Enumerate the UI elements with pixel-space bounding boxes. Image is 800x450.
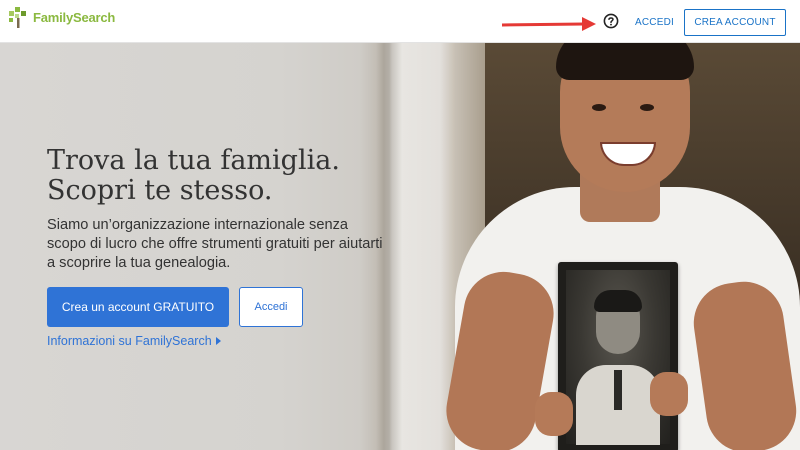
hero-photo-eye <box>640 104 654 111</box>
create-free-account-button[interactable]: Crea un account GRATUITO <box>47 287 229 327</box>
create-account-button[interactable]: CREA ACCOUNT <box>684 9 786 36</box>
signin-link[interactable]: ACCEDI <box>635 17 674 28</box>
hero-photo-hair <box>556 42 694 80</box>
signin-button[interactable]: Accedi <box>239 287 303 327</box>
about-familysearch-link[interactable]: Informazioni su FamilySearch <box>47 334 221 348</box>
vintage-portrait-image <box>566 270 670 445</box>
caret-right-icon <box>215 337 221 345</box>
familysearch-logo[interactable]: FamilySearch <box>6 5 115 29</box>
hero-subtitle: Siamo un’organizzazione internazionale s… <box>47 217 383 271</box>
question-circle-icon[interactable] <box>603 13 619 29</box>
hero-photo-hand <box>650 372 688 416</box>
top-nav-bar: FamilySearch ACCEDI CREA ACCOUNT <box>0 0 800 43</box>
vintage-portrait-hair <box>594 290 642 312</box>
annotation-arrow-icon <box>501 17 596 31</box>
vintage-portrait-tie <box>614 370 622 410</box>
hero-title: Trova la tua famiglia. Scopri te stesso. <box>47 146 340 206</box>
hero-photo-eye <box>592 104 606 111</box>
tree-logo-icon <box>9 7 26 28</box>
logo-text: FamilySearch <box>33 9 116 25</box>
hero-photo-hand <box>535 392 573 436</box>
vintage-portrait-photo <box>558 262 678 450</box>
hero-title-line-2: Scopri te stesso. <box>47 175 273 206</box>
hero-title-line-1: Trova la tua famiglia. <box>47 145 340 176</box>
about-familysearch-label: Informazioni su FamilySearch <box>47 334 212 348</box>
